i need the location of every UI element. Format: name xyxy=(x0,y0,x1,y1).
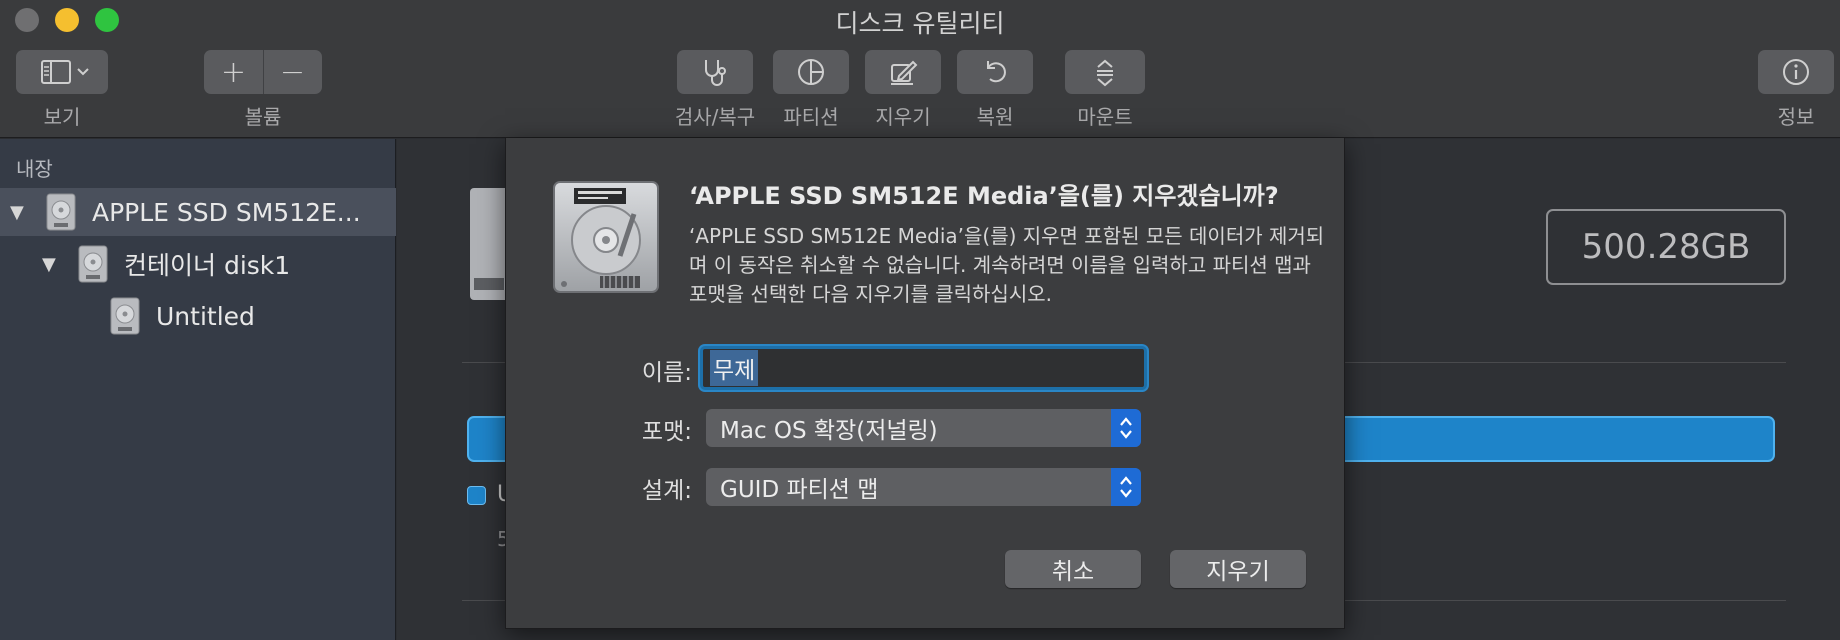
partition-label: 파티션 xyxy=(783,105,839,129)
name-input-value: 무제 xyxy=(710,350,759,386)
sidebar-item-label: APPLE SSD SM512E... xyxy=(92,197,361,227)
sidebar-item-label: Untitled xyxy=(156,301,255,331)
restore-label: 복원 xyxy=(976,105,1014,129)
hdd-icon xyxy=(110,297,140,335)
partition-button[interactable] xyxy=(773,50,849,94)
chevron-down-icon xyxy=(77,68,89,76)
segment-divider xyxy=(263,50,264,94)
updown-chevron-icon xyxy=(1111,409,1141,447)
name-label: 이름: xyxy=(641,360,692,386)
hard-drive-icon xyxy=(553,181,659,293)
pie-chart-icon xyxy=(798,59,824,85)
erase-toolbar-label: 지우기 xyxy=(875,105,931,129)
view-label: 보기 xyxy=(43,105,81,129)
scheme-label: 설계: xyxy=(641,478,692,504)
add-volume-button[interactable]: + xyxy=(204,55,263,90)
volume-label: 볼륨 xyxy=(244,105,282,129)
info-icon xyxy=(1783,59,1809,85)
erase-pencil-icon xyxy=(891,60,918,85)
sidebar-item-container-disk1[interactable]: ▼ 컨테이너 disk1 xyxy=(0,240,396,288)
window-title: 디스크 유틸리티 xyxy=(835,9,1005,38)
toolbar: 디스크 유틸리티 보기 + − 볼륨 검사/복구 파티션 지우기 복원 마운트 … xyxy=(0,0,1840,138)
restore-arrow-icon xyxy=(987,61,1006,83)
sidebar-item-apple-ssd[interactable]: ▼ APPLE SSD SM512E... xyxy=(0,188,396,236)
cancel-button[interactable]: 취소 xyxy=(1005,550,1141,588)
legend-swatch xyxy=(467,486,486,505)
format-label: 포맷: xyxy=(641,419,692,445)
disclosure-triangle-icon[interactable]: ▼ xyxy=(10,202,24,223)
mount-icon xyxy=(1097,59,1113,87)
info-label: 정보 xyxy=(1777,105,1815,129)
hdd-icon xyxy=(470,188,506,300)
sidebar-section-internal: 내장 xyxy=(16,157,53,181)
sidebar-item-untitled[interactable]: Untitled xyxy=(0,292,396,340)
erase-dialog: ‘APPLE SSD SM512E Media’을(를) 지우겠습니까? ‘AP… xyxy=(505,138,1345,629)
firstaid-label: 검사/복구 xyxy=(674,105,756,129)
scheme-select-value: GUID 파티션 맵 xyxy=(720,477,879,503)
erase-button[interactable] xyxy=(865,50,941,94)
disclosure-triangle-icon[interactable]: ▼ xyxy=(42,254,56,275)
stethoscope-icon xyxy=(705,60,726,86)
sidebar: 내장 ▼ APPLE SSD SM512E... ▼ 컨테이너 disk1 Un… xyxy=(0,139,396,640)
info-button[interactable] xyxy=(1758,50,1834,94)
sidebar-item-label: 컨테이너 disk1 xyxy=(124,251,291,280)
mount-button[interactable] xyxy=(1065,50,1145,94)
mount-label: 마운트 xyxy=(1077,105,1133,129)
sidebar-icon xyxy=(41,60,89,84)
updown-chevron-icon xyxy=(1111,468,1141,506)
erase-confirm-button[interactable]: 지우기 xyxy=(1170,550,1306,588)
capacity-value: 500.28GB xyxy=(1546,209,1786,285)
dialog-message: ‘APPLE SSD SM512E Media’을(를) 지우면 포함된 모든 … xyxy=(689,224,1325,306)
dialog-title: ‘APPLE SSD SM512E Media’을(를) 지우겠습니까? xyxy=(689,182,1279,210)
format-select[interactable]: Mac OS 확장(저널링) xyxy=(706,409,1141,447)
remove-volume-button[interactable]: − xyxy=(263,55,322,90)
name-input[interactable]: 무제 xyxy=(700,346,1147,390)
hdd-icon xyxy=(46,193,76,231)
format-select-value: Mac OS 확장(저널링) xyxy=(720,418,938,444)
hdd-icon xyxy=(78,245,108,283)
firstaid-button[interactable] xyxy=(677,50,753,94)
view-button[interactable] xyxy=(16,50,108,94)
scheme-select[interactable]: GUID 파티션 맵 xyxy=(706,468,1141,506)
restore-button[interactable] xyxy=(957,50,1033,94)
